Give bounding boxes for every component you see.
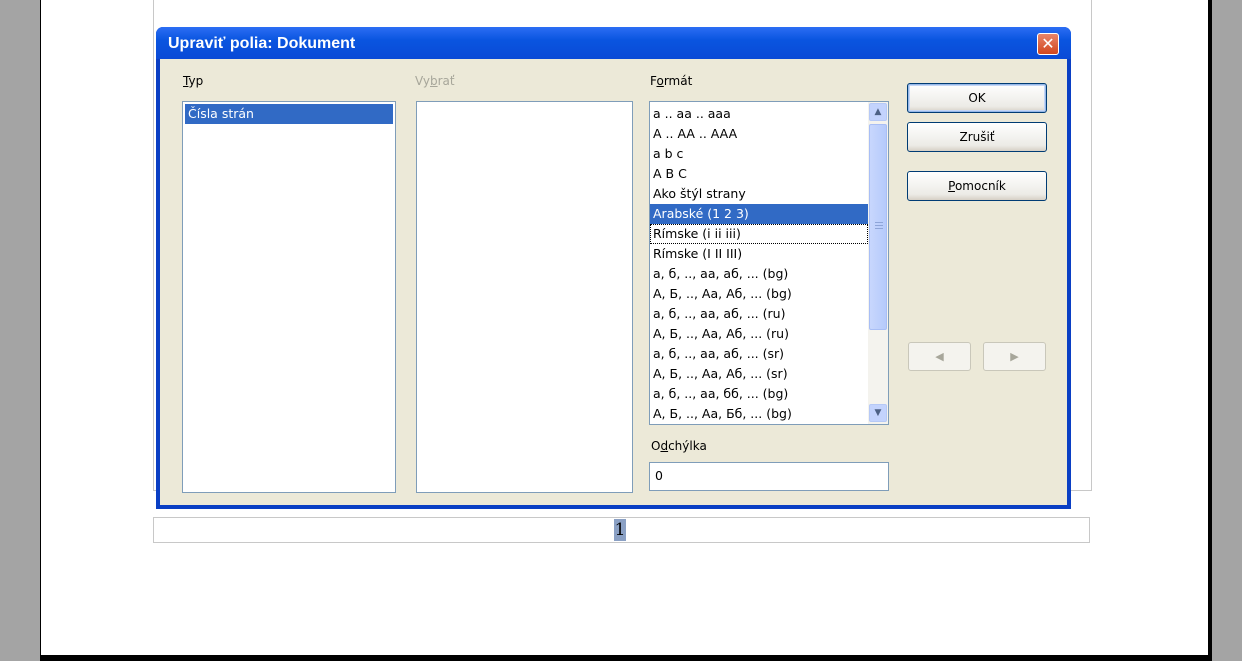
thumb-grip [875,228,883,229]
chevron-down-icon: ▼ [874,408,882,418]
page-shadow-bottom [40,655,1212,661]
thumb-grip [875,225,883,226]
dialog-body: Typ Čísla strán Vybrať Formát a .. aa ..… [160,59,1067,505]
select-label: Vybrať [415,74,455,88]
format-list-item[interactable]: Ako štýl strany [650,184,868,204]
format-listbox[interactable]: a .. aa .. aaa A .. AA .. AAA a b cA B C Ak… [649,101,889,425]
scroll-thumb[interactable] [869,124,887,330]
format-list-item[interactable]: а, б, .., аа, аб, ... (sr) [650,344,868,364]
ok-button[interactable]: OK [907,83,1047,113]
previous-button[interactable]: ◀ [908,342,971,371]
format-list-item[interactable]: a .. aa .. aaa [650,104,868,124]
format-list-item[interactable]: а, б, .., аа, аб, ... (ru) [650,304,868,324]
page-shadow-right [1208,0,1212,661]
arrow-left-icon: ◀ [935,350,944,363]
format-list-item[interactable]: Rímske (i ii iii) [650,224,868,244]
type-list-item[interactable]: Čísla strán [185,104,393,124]
format-list-item[interactable]: А, Б, .., Аа, Аб, ... (ru) [650,324,868,344]
format-list-item[interactable]: a b c [650,144,868,164]
dialog-title: Upraviť polia: Dokument [168,35,356,52]
close-icon[interactable]: ✕ [1037,33,1059,55]
page-border-left [40,0,41,657]
format-list-item[interactable]: Rímske (I II III) [650,244,868,264]
format-label: Formát [650,74,693,88]
arrow-right-icon: ▶ [1010,350,1019,363]
format-list-item[interactable]: A B C [650,164,868,184]
format-list-item[interactable]: A .. AA .. AAA [650,124,868,144]
format-list-item[interactable]: А, Б, .., Аа, Аб, ... (sr) [650,364,868,384]
offset-label: Odchýlka [651,439,707,453]
format-list-item[interactable]: А, Б, .., Аа, Аб, ... (bg) [650,284,868,304]
scroll-up-button[interactable]: ▲ [869,103,887,121]
next-button[interactable]: ▶ [983,342,1046,371]
offset-input[interactable]: 0 [649,462,889,491]
page-number-field[interactable]: 1 [614,519,626,541]
scroll-down-button[interactable]: ▼ [869,404,887,422]
format-list-item[interactable]: А, Б, .., Аа, Бб, ... (bg) [650,404,868,424]
help-button[interactable]: Pomocník [907,171,1047,201]
type-label: Typ [183,74,204,88]
format-list-item[interactable]: а, б, .., аа, аб, ... (bg) [650,264,868,284]
edit-fields-dialog: Upraviť polia: Dokument ✕ Typ Čísla strá… [156,27,1071,509]
type-listbox[interactable]: Čísla strán [182,101,396,493]
chevron-up-icon: ▲ [874,107,882,117]
workspace-left-margin [0,0,40,661]
cancel-button[interactable]: Zrušiť [907,122,1047,152]
format-scrollbar[interactable]: ▲ ▼ [868,102,888,424]
format-list-item[interactable]: а, б, .., аа, бб, ... (bg) [650,384,868,404]
format-list-item[interactable]: Arabské (1 2 3) [650,204,868,224]
select-listbox[interactable] [416,101,633,493]
workspace-right-margin [1212,0,1242,661]
thumb-grip [875,222,883,223]
dialog-titlebar[interactable]: Upraviť polia: Dokument ✕ [156,27,1071,59]
